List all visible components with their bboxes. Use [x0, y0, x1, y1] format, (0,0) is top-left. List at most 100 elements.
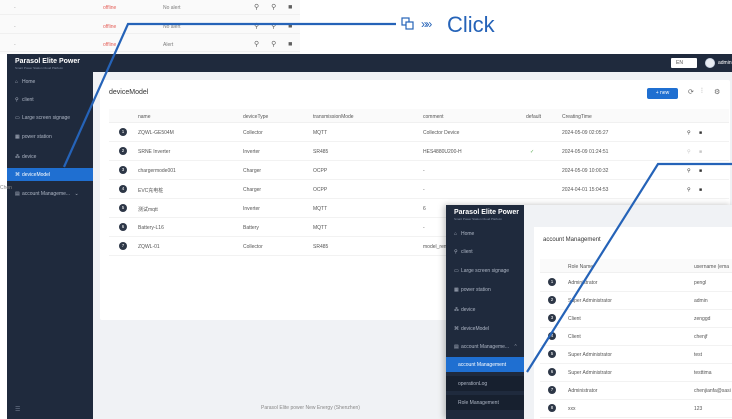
- bg-cell: -: [14, 42, 16, 48]
- sidebar-item-power-station[interactable]: ▦ power station: [7, 130, 93, 143]
- table-row[interactable]: 4 Client chenjf: [540, 327, 732, 346]
- bg-actions: ⚲ ⚲ ■: [254, 41, 298, 48]
- sidebar-item-label: operationLog: [458, 381, 488, 387]
- avatar[interactable]: [705, 58, 715, 68]
- column-height-icon[interactable]: ⫶: [701, 88, 703, 96]
- sidebar-subitem-account-management[interactable]: account Management: [446, 357, 524, 372]
- sidebar-item-label: device: [22, 154, 37, 160]
- sidebar-item-large-screen[interactable]: ▭ Large screen signage: [7, 111, 93, 124]
- table-row[interactable]: 7 Administrator chenjianfa@sasi: [540, 381, 732, 400]
- cell-time: 2024-05-09 01:24:51: [562, 149, 609, 155]
- bg-table-row: - offline Alert ⚲ ⚲ ■: [0, 37, 300, 52]
- edit-icon[interactable]: ⚲: [687, 187, 691, 193]
- sidebar-item-label: account Manageme...: [22, 191, 71, 197]
- copy-icon: [401, 17, 414, 30]
- table-row[interactable]: 1 ZQWL-GE504M Collector MQTT Collector D…: [109, 123, 729, 142]
- cell-username: admin: [694, 298, 708, 304]
- sidebar-item-devicemodel[interactable]: ⌘ deviceModel: [446, 321, 524, 336]
- cell-username: pengl: [694, 280, 707, 286]
- cell-comment: HES4880U200-H: [423, 149, 462, 155]
- cell-role: Super Administrator: [568, 298, 612, 304]
- table-row[interactable]: 3 chargermode001 Charger OCPP - 2024-05-…: [109, 161, 729, 180]
- sidebar-item-power-station[interactable]: ▦ power station: [446, 282, 524, 297]
- chevrons-right-icon: »»: [421, 17, 432, 31]
- sidebar-item-account-management[interactable]: ▤ account Manageme... ⌄: [7, 187, 93, 200]
- row-index: 4: [548, 332, 556, 340]
- cell-mode: MQTT: [313, 130, 328, 136]
- side-label: Chen: [0, 185, 12, 191]
- topbar: EN admin: [93, 54, 732, 72]
- sidebar-item-device[interactable]: ⁂ device: [446, 302, 524, 317]
- delete-icon[interactable]: ■: [699, 187, 702, 193]
- sidebar-item-home[interactable]: ⌂ Home: [7, 75, 93, 88]
- cell-mode: SR485: [313, 244, 329, 250]
- new-button[interactable]: + new: [647, 88, 678, 99]
- sidebar-item-label: power station: [22, 134, 52, 140]
- table-row[interactable]: 4 EVC充电桩 Charger OCPP - 2024-04-01 15:04…: [109, 180, 729, 199]
- edit-icon[interactable]: ⚲: [687, 130, 691, 136]
- cell-username: chenjianfa@sasi: [694, 388, 731, 394]
- overlay-sidebar: Parasol Elite Power Smart Power Station …: [446, 205, 524, 419]
- cell-username: zenggd: [694, 316, 711, 322]
- cell-type: Inverter: [243, 149, 260, 155]
- sidebar-item-client[interactable]: ⚲ client: [7, 93, 93, 106]
- footer-text: Parasol Elite power New Energy (Shenzhen…: [261, 405, 360, 411]
- delete-icon[interactable]: ■: [699, 149, 702, 155]
- cell-role: Client: [568, 334, 581, 340]
- table-row[interactable]: 2 SRNE Inverter Inverter SR485 HES4880U2…: [109, 142, 729, 161]
- column-header: name: [138, 114, 151, 120]
- table-row[interactable]: 8 xxx 123: [540, 399, 732, 418]
- sidebar-subitem-role-management[interactable]: Role Management: [446, 395, 524, 410]
- cell-type: Collector: [243, 130, 263, 136]
- menu-toggle-icon[interactable]: ☰: [15, 406, 20, 413]
- bg-cell: -: [14, 24, 16, 30]
- cell-mode: OCPP: [313, 168, 328, 174]
- cell-name: ZQWL-GE504M: [138, 130, 174, 136]
- refresh-icon[interactable]: ⟳: [688, 88, 694, 96]
- overlay-brand-title: Parasol Elite Power: [454, 209, 519, 216]
- sidebar-subitem-operation-log[interactable]: operationLog: [446, 376, 524, 391]
- sidebar-item-label: deviceModel: [461, 326, 490, 332]
- row-index: 1: [548, 278, 556, 286]
- language-select[interactable]: EN: [671, 58, 697, 68]
- edit-icon[interactable]: ⚲: [687, 168, 691, 174]
- bg-table-row: - offline No alert ⚲ ⚲ ■: [0, 19, 300, 34]
- monitor-icon: ▭: [15, 115, 20, 121]
- column-header: username (ema: [694, 264, 730, 270]
- sidebar-item-label: client: [22, 97, 34, 103]
- cell-type: Charger: [243, 187, 262, 193]
- bg-status: offline: [103, 42, 117, 48]
- row-index: 4: [119, 185, 127, 193]
- row-index: 1: [119, 128, 127, 136]
- sidebar-item-device[interactable]: ⁂ device: [7, 150, 93, 163]
- user-name[interactable]: admin: [718, 60, 732, 66]
- cell-comment: -: [423, 225, 425, 231]
- cell-comment: -: [423, 187, 425, 193]
- table-row[interactable]: 3 Client zenggd: [540, 309, 732, 328]
- cell-name: SRNE Inverter: [138, 149, 171, 155]
- delete-icon[interactable]: ■: [699, 130, 702, 136]
- cell-role: Super Administrator: [568, 370, 612, 376]
- settings-icon[interactable]: ⚙: [714, 88, 720, 96]
- cell-comment: Collector Device: [423, 130, 460, 136]
- table-row[interactable]: 6 Super Administrator testtima: [540, 363, 732, 382]
- sidebar-item-account-management[interactable]: ▤ account Manageme... ⌃: [446, 339, 524, 354]
- row-index: 8: [548, 404, 556, 412]
- cell-type: Collector: [243, 244, 263, 250]
- sidebar-item-client[interactable]: ⚲ client: [446, 244, 524, 259]
- list-icon: ▤: [454, 344, 459, 350]
- column-header: default: [526, 114, 542, 120]
- sidebar-item-label: deviceModel: [22, 172, 51, 178]
- table-row[interactable]: 5 Super Administrator test: [540, 345, 732, 364]
- table-row[interactable]: 1 Administrator pengl: [540, 273, 732, 292]
- sidebar-item-devicemodel[interactable]: ⌘ deviceModel: [7, 168, 93, 181]
- sidebar-item-home[interactable]: ⌂ Home: [446, 226, 524, 241]
- delete-icon[interactable]: ■: [699, 168, 702, 174]
- edit-icon[interactable]: ⚲: [687, 149, 691, 155]
- sidebar: Parasol Elite Power Smart Power Station …: [7, 54, 93, 419]
- row-index: 5: [548, 350, 556, 358]
- table-row[interactable]: 2 Super Administrator admin: [540, 291, 732, 310]
- sidebar-item-large-screen[interactable]: ▭ Large screen signage: [446, 263, 524, 278]
- user-icon: ⚲: [454, 249, 458, 255]
- cell-mode: MQTT: [313, 225, 328, 231]
